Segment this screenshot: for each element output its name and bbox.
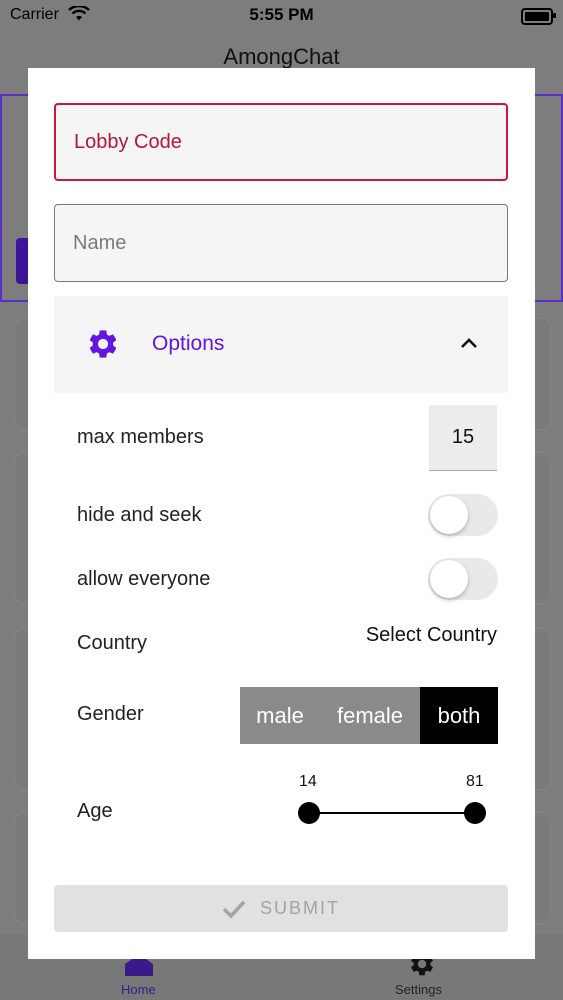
check-icon bbox=[222, 900, 246, 919]
create-lobby-modal: Options max members 15 hide and seek all… bbox=[28, 68, 535, 959]
chevron-up-icon[interactable] bbox=[458, 332, 480, 354]
allow-everyone-toggle[interactable] bbox=[428, 558, 498, 600]
toggle-knob bbox=[430, 496, 468, 534]
tab-home[interactable]: Home bbox=[121, 982, 156, 997]
gender-option-both[interactable]: both bbox=[420, 687, 498, 744]
tab-settings[interactable]: Settings bbox=[395, 982, 442, 997]
name-field[interactable] bbox=[54, 204, 508, 282]
gender-label: Gender bbox=[77, 703, 144, 725]
gender-segmented-control: male female both bbox=[240, 687, 498, 744]
allow-everyone-label: allow everyone bbox=[77, 568, 211, 590]
name-input[interactable] bbox=[55, 205, 507, 281]
age-slider-max-handle[interactable] bbox=[464, 802, 486, 824]
gear-icon bbox=[89, 330, 117, 358]
status-bar: Carrier 5:55 PM bbox=[0, 0, 563, 30]
age-slider-track[interactable] bbox=[309, 812, 475, 814]
app-title: AmongChat bbox=[223, 44, 340, 69]
age-slider-min-handle[interactable] bbox=[298, 802, 320, 824]
lobby-code-input[interactable] bbox=[56, 105, 506, 179]
options-label: Options bbox=[152, 332, 225, 355]
lobby-code-field[interactable] bbox=[54, 103, 508, 181]
max-members-label: max members bbox=[77, 426, 204, 448]
toggle-knob bbox=[430, 560, 468, 598]
clock: 5:55 PM bbox=[249, 5, 314, 24]
gender-option-male[interactable]: male bbox=[240, 687, 320, 744]
battery-icon bbox=[521, 8, 556, 25]
age-min-value: 14 bbox=[299, 773, 317, 790]
submit-label: SUBMIT bbox=[259, 898, 340, 918]
hide-and-seek-label: hide and seek bbox=[77, 504, 202, 526]
select-country-button[interactable]: Select Country bbox=[366, 624, 497, 647]
age-max-value: 81 bbox=[466, 773, 484, 790]
hide-and-seek-toggle[interactable] bbox=[428, 494, 498, 536]
submit-button[interactable]: SUBMIT bbox=[54, 885, 508, 932]
max-members-input[interactable]: 15 bbox=[429, 405, 497, 471]
gender-option-female[interactable]: female bbox=[320, 687, 420, 744]
country-label: Country bbox=[77, 632, 148, 654]
age-label: Age bbox=[77, 800, 113, 822]
options-accordion-header[interactable]: Options bbox=[54, 296, 508, 393]
